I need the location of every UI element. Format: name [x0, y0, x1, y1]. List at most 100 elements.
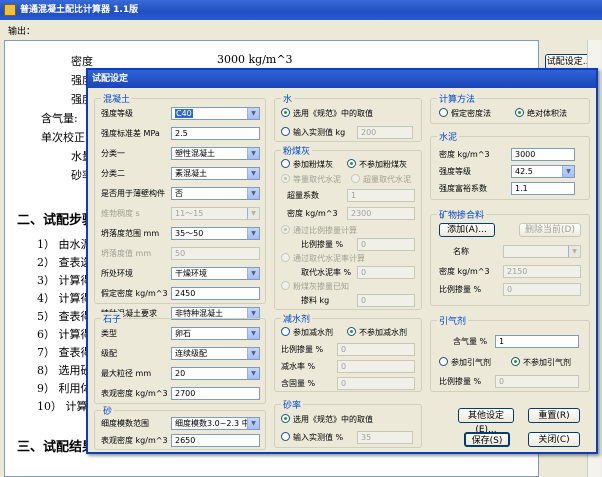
mineral-density-input[interactable]: 2150 [503, 265, 581, 278]
sand-density-input[interactable]: 2650 [171, 434, 260, 447]
chevron-down-icon: ▼ [247, 368, 259, 379]
fly-ash-ratio-input[interactable]: 0 [357, 238, 415, 251]
air-add-label: 参加引气剂 [451, 358, 491, 367]
sand-ratio-input[interactable]: 35 [357, 431, 413, 444]
doc-step: 6） 计算得 [37, 328, 92, 341]
air-content-label: 含气量 % [453, 337, 488, 346]
reducer-add-label: 参加减水剂 [293, 328, 333, 337]
air-no-add-radio[interactable] [511, 357, 520, 366]
fly-ash-no-add-label: 不参加粉煤灰 [359, 160, 407, 169]
chevron-down-icon: ▼ [247, 168, 259, 179]
fly-ash-add-radio[interactable] [281, 159, 290, 168]
chevron-down-icon: ▼ [568, 246, 580, 257]
absolute-volume-radio[interactable] [515, 108, 524, 117]
sand-ratio-group-title: 砂率 [281, 398, 304, 411]
cement-density-input[interactable]: 3000 [511, 148, 575, 161]
reducer-ratio-input[interactable]: 0 [337, 343, 415, 356]
assumed-density-input[interactable]: 2450 [171, 287, 260, 300]
std-dev-input[interactable]: 2.5 [171, 127, 260, 140]
water-measured-input[interactable]: 200 [357, 126, 413, 139]
remove-mineral-button[interactable]: 删除当前(D) [519, 223, 581, 237]
water-group-title: 水 [281, 92, 295, 105]
doc-heading-3: 三、试配结果 [17, 440, 96, 455]
by-replace-radio[interactable] [281, 253, 290, 262]
std-dev-label: 强度标准差 MPa [101, 129, 160, 138]
calc-method-group-title: 计算方法 [437, 92, 478, 105]
water-measured-radio[interactable] [281, 127, 290, 136]
known-radio[interactable] [281, 281, 290, 290]
replace-input[interactable]: 0 [357, 266, 415, 279]
stone-grading-label: 级配 [101, 349, 117, 358]
fly-ash-density-label: 密度 kg/m^3 [287, 209, 338, 218]
fly-ash-amount-input[interactable]: 0 [357, 294, 415, 307]
mineral-ratio-input[interactable]: 0 [503, 283, 581, 296]
fly-ash-density-input[interactable]: 2300 [347, 207, 415, 220]
slump-value-input[interactable]: 50 [171, 247, 260, 260]
replace-label: 取代水泥率 % [301, 268, 352, 277]
add-mineral-button[interactable]: 添加(A)... [439, 223, 495, 237]
chevron-down-icon: ▼ [247, 188, 259, 199]
close-button[interactable]: 关闭(C) [528, 432, 580, 447]
reducer-no-add-radio[interactable] [347, 327, 356, 336]
other-settings-button[interactable]: 其他设定(E)... [458, 408, 514, 435]
vebe-select[interactable]: 11～15 ▼ [171, 207, 260, 220]
air-add-radio[interactable] [439, 357, 448, 366]
known-label: 粉煤灰掺量已知 [293, 282, 349, 291]
absolute-volume-label: 绝对体积法 [527, 109, 567, 118]
mineral-group: 矿物掺合料 添加(A)... 删除当前(D) 名称 ▼ 密度 kg/m^3 21… [430, 208, 590, 306]
stone-grading-select[interactable]: 连续级配 ▼ [171, 347, 260, 360]
fly-ash-add-label: 参加粉煤灰 [293, 160, 333, 169]
doc-step: 2） 查表选 [37, 256, 92, 269]
air-ratio-input[interactable]: 0 [495, 375, 579, 388]
reducer-rate-input[interactable]: 0 [337, 360, 415, 373]
air-agent-group-title: 引气剂 [437, 314, 469, 327]
fineness-select[interactable]: 细度模数3.0~2.3 中砂 ▼ [171, 417, 260, 430]
mineral-group-title: 矿物掺合料 [437, 208, 487, 221]
class1-select[interactable]: 塑性混凝土 ▼ [171, 147, 260, 160]
class1-label: 分类一 [101, 149, 125, 158]
fly-ash-over-radio[interactable] [351, 174, 360, 183]
reducer-no-add-label: 不参加减水剂 [359, 328, 407, 337]
cement-grade-select[interactable]: 42.5 ▼ [511, 165, 575, 178]
concrete-group: 混凝土 强度等级 C40 ▼ 强度标准差 MPa 2.5 分类一 塑性混凝土 ▼ 分… [94, 92, 266, 320]
max-size-select[interactable]: 20 ▼ [171, 367, 260, 380]
mineral-name-select[interactable]: ▼ [503, 245, 581, 258]
stone-group-title: 石子 [101, 312, 124, 325]
stone-density-input[interactable]: 2700 [171, 387, 260, 400]
environment-select[interactable]: 干燥环境 ▼ [171, 267, 260, 280]
doc-step: 9） 利用体 [37, 382, 92, 395]
output-label: 输出： [8, 27, 36, 37]
by-ratio-radio[interactable] [281, 225, 290, 234]
doc-step: 5） 查表得 [37, 310, 92, 323]
doc-density-label: 密度 [71, 55, 93, 68]
stone-group: 石子 类型 卵石 ▼ 级配 连续级配 ▼ 最大粒径 mm 20 ▼ 表观密度 kg/m… [94, 312, 266, 404]
air-content-input[interactable]: 1 [495, 335, 579, 348]
reducer-solid-input[interactable]: 0 [337, 377, 415, 390]
sand-ratio-measured-radio[interactable] [281, 432, 290, 441]
save-button[interactable]: 保存(S) [464, 432, 510, 447]
reducer-rate-label: 减水率 % [281, 362, 316, 371]
assumed-density-radio[interactable] [439, 108, 448, 117]
strength-grade-select[interactable]: C40 ▼ [171, 107, 260, 120]
assumed-density-method-label: 假定密度法 [451, 109, 491, 118]
reducer-add-radio[interactable] [281, 327, 290, 336]
by-replace-label: 通过取代水泥率计算 [293, 254, 365, 263]
surplus-input[interactable]: 1.1 [511, 182, 575, 195]
vebe-label: 维勃稠度 s [101, 209, 140, 218]
stone-type-select[interactable]: 卵石 ▼ [171, 327, 260, 340]
reset-button[interactable]: 重置(R) [528, 408, 580, 423]
water-spec-radio[interactable] [281, 108, 290, 117]
air-no-add-label: 不参加引气剂 [523, 358, 571, 367]
slump-range-select[interactable]: 35～50 ▼ [171, 227, 260, 240]
fly-ash-no-add-radio[interactable] [347, 159, 356, 168]
calc-method-group: 计算方法 假定密度法 绝对体积法 [430, 92, 590, 124]
sand-ratio-spec-label: 选用《规范》中的取值 [293, 415, 373, 424]
cement-grade-label: 强度等级 [439, 167, 471, 176]
class2-select[interactable]: 素混凝土 ▼ [171, 167, 260, 180]
fly-ash-equal-radio[interactable] [281, 174, 290, 183]
mineral-ratio-label: 比例掺量 % [439, 285, 482, 294]
sand-ratio-spec-radio[interactable] [281, 414, 290, 423]
chevron-down-icon: ▼ [247, 148, 259, 159]
thin-wall-select[interactable]: 否 ▼ [171, 187, 260, 200]
over-coef-input[interactable]: 1 [347, 189, 415, 202]
